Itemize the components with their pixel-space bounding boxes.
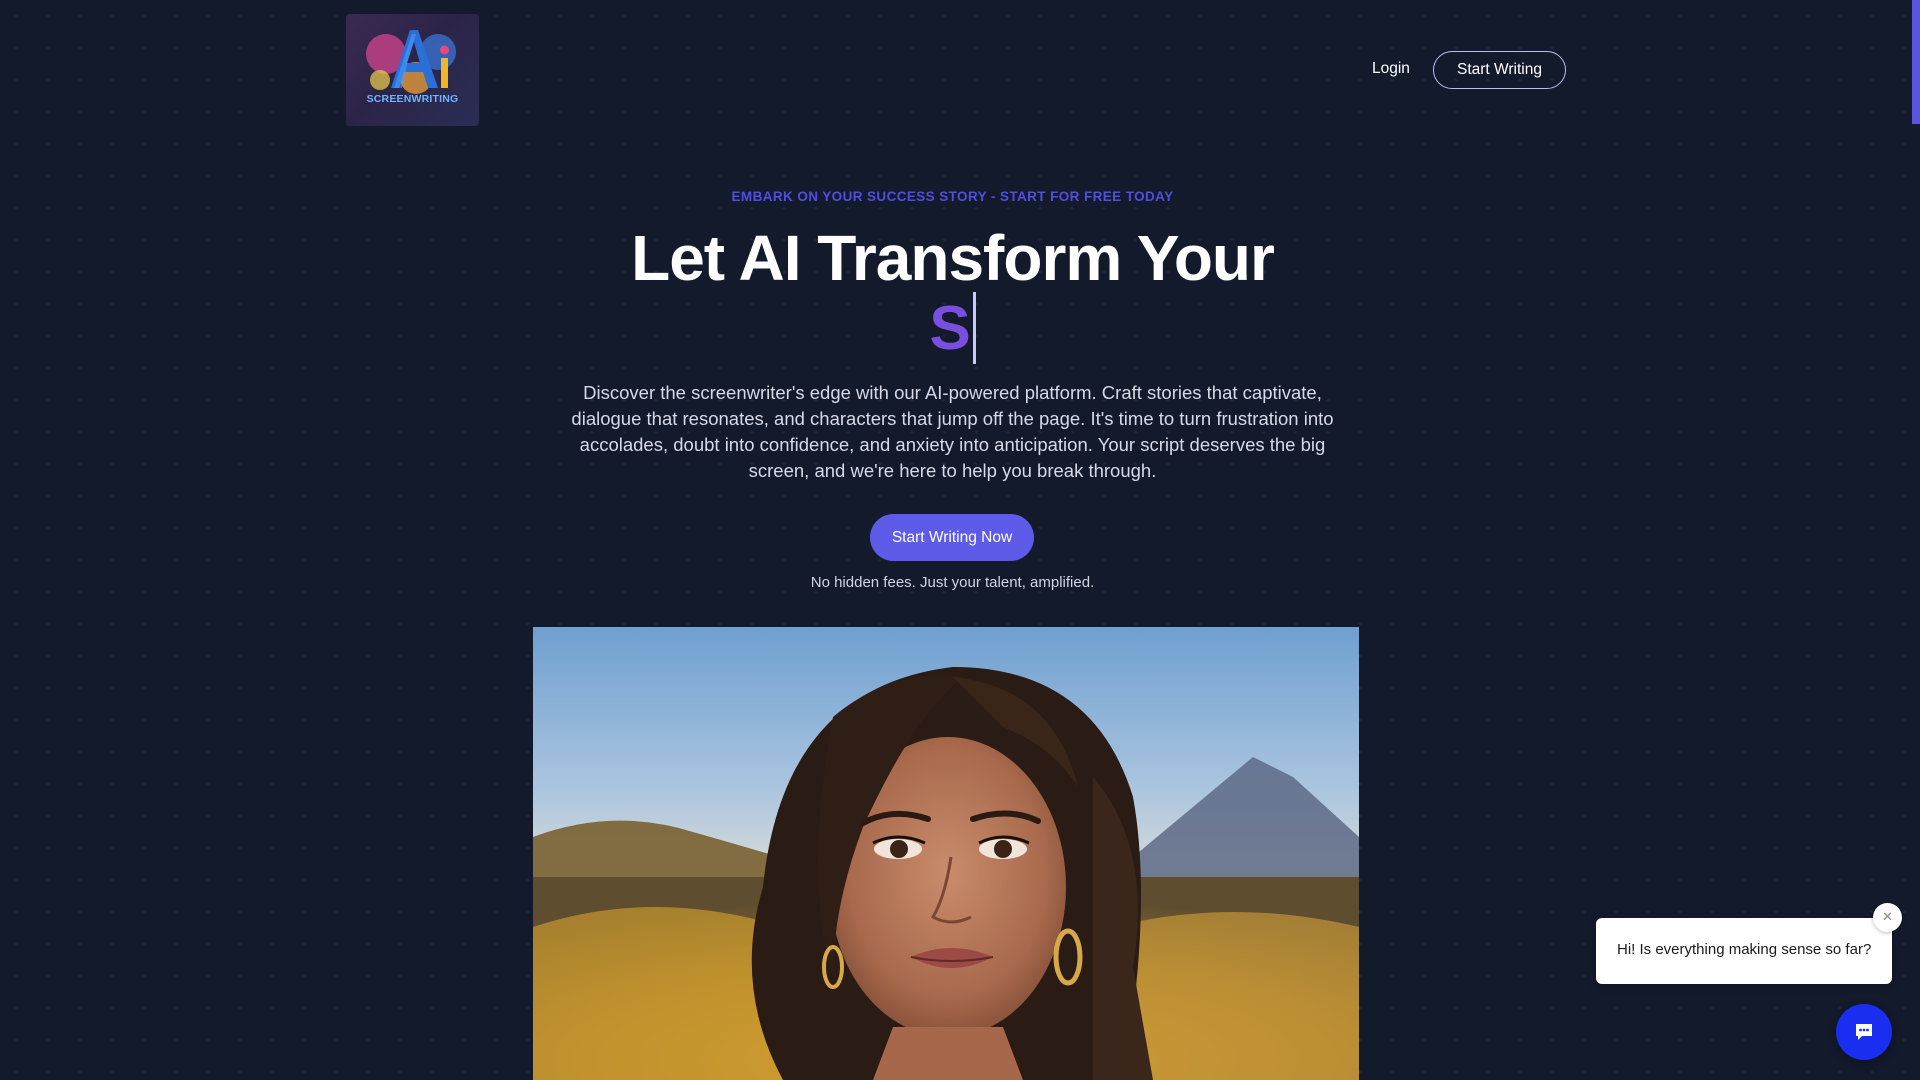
start-writing-now-button[interactable]: Start Writing Now <box>870 514 1034 561</box>
chat-launcher-button[interactable] <box>1836 1004 1892 1060</box>
typed-headline-line: S <box>0 292 1905 366</box>
page-scrollbar[interactable] <box>1912 0 1920 1080</box>
close-icon[interactable]: ✕ <box>1873 903 1902 932</box>
start-writing-button[interactable]: Start Writing <box>1433 51 1566 89</box>
typing-cursor <box>972 292 976 364</box>
hero-subnote: No hidden fees. Just your talent, amplif… <box>810 574 1095 591</box>
scrollbar-thumb[interactable] <box>1912 0 1920 124</box>
ai-screenwriting-logo-icon <box>366 30 456 94</box>
logo-text: SCREENWRITING <box>366 93 459 105</box>
chat-message-text: Hi! Is everything making sense so far? <box>1617 941 1872 958</box>
hero-description: Discover the screenwriter's edge with ou… <box>571 382 1334 481</box>
site-logo[interactable]: SCREENWRITING <box>346 14 479 126</box>
chat-icon <box>1856 1024 1872 1040</box>
portrait-photo <box>533 627 1359 1080</box>
hero-headline: Let AI Transform Your <box>631 222 1275 294</box>
chat-message-bubble[interactable]: Hi! Is everything making sense so far? <box>1596 918 1892 984</box>
hero-eyebrow: EMBARK ON YOUR SUCCESS STORY - START FOR… <box>731 189 1174 204</box>
hero-image <box>533 627 1359 1080</box>
site-header: SCREENWRITING Login Start Writing <box>346 14 1566 126</box>
login-link[interactable]: Login <box>1372 60 1410 78</box>
typed-text: S <box>929 294 971 363</box>
